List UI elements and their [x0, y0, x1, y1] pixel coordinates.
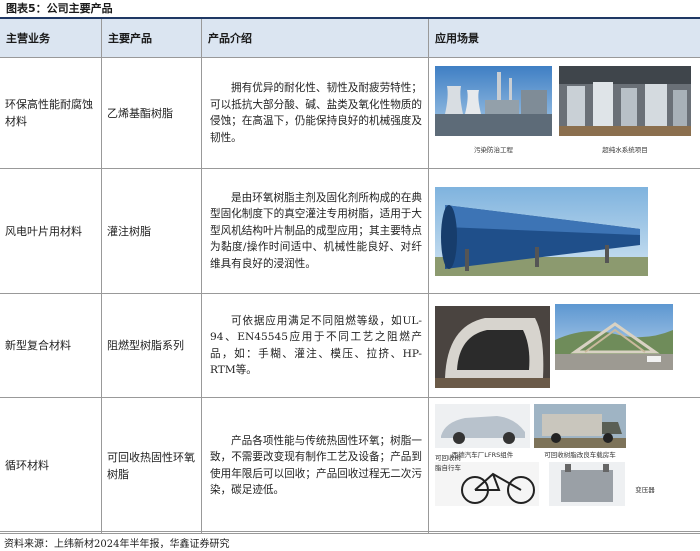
- row3-intro: 可依据应用满足不同阻燃等级，如UL-94、EN45545应用于不同工艺之阻燃产品…: [202, 294, 429, 398]
- row1-intro: 拥有优异的耐化性、韧性及耐疲劳特性；可以抵抗大部分酸、碱、盐类及氧化性物质的侵蚀…: [202, 58, 429, 169]
- row4-scenario: 西德汽车厂LFRS组件 可回收树脂改良车载房车 可回收树脂自行车 变压器: [429, 398, 700, 534]
- header-scenario: 应用场景: [429, 19, 700, 58]
- product-table: 主营业务 主要产品 产品介绍 应用场景 环保高性能耐腐蚀材料 乙烯基酯树脂 拥有…: [0, 19, 700, 534]
- row3-scenario: [429, 294, 700, 398]
- row3-business: 新型复合材料: [0, 294, 102, 398]
- figure-title: 图表5：公司主要产品: [6, 2, 113, 15]
- caption-ultrapure-water: 超纯水系统项目: [602, 146, 648, 154]
- caption-bicycle: 可回收树脂自行车: [435, 454, 461, 472]
- row2-intro: 是由环氧树脂主剂及固化剂所构成的在典型固化制度下的真空灌注专用树脂，适用于大型风…: [202, 169, 429, 294]
- row1-business: 环保高性能耐腐蚀材料: [0, 58, 102, 169]
- transformer-photo: [549, 462, 625, 506]
- source-note: 资料来源：上纬新材2024年半年报，华鑫证券研究: [4, 539, 230, 550]
- row2-scenario: [429, 169, 700, 294]
- composite-cabin-photo: [435, 306, 550, 388]
- row4-product: 可回收热固性环氧树脂: [102, 398, 202, 534]
- wind-blade-photo: [435, 187, 648, 276]
- row2-product: 灌注树脂: [102, 169, 202, 294]
- row1-product: 乙烯基酯树脂: [102, 58, 202, 169]
- header-intro: 产品介绍: [202, 19, 429, 58]
- ultrapure-water-photo: [559, 66, 691, 136]
- bottom-rule: [0, 531, 700, 532]
- caption-rv: 可回收树脂改良车载房车: [544, 451, 616, 459]
- row3-product: 阻燃型树脂系列: [102, 294, 202, 398]
- pollution-control-photo: [435, 66, 552, 136]
- row4-business: 循环材料: [0, 398, 102, 534]
- header-product: 主要产品: [102, 19, 202, 58]
- car-photo: [435, 404, 530, 448]
- header-business: 主营业务: [0, 19, 102, 58]
- row2-business: 风电叶片用材料: [0, 169, 102, 294]
- caption-transformer: 变压器: [635, 486, 655, 494]
- rv-photo: [534, 404, 626, 448]
- row4-intro: 产品各项性能与传统热固性环氧；树脂一致，不需要改变现有制作工艺及设备；产品到使用…: [202, 398, 429, 534]
- row1-scenario: 污染防治工程 超纯水系统项目: [429, 58, 700, 169]
- caption-pollution-control: 污染防治工程: [474, 146, 513, 154]
- composite-structure-photo: [555, 304, 673, 370]
